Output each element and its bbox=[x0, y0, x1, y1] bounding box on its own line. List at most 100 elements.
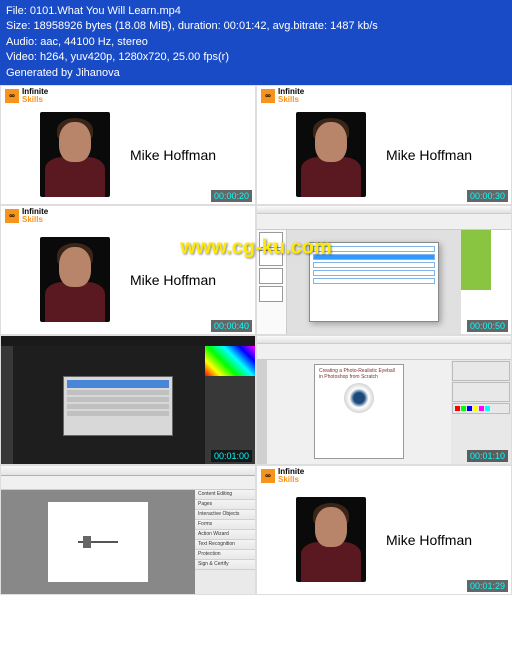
timestamp: 00:01:29 bbox=[467, 580, 508, 592]
presenter-name: Mike Hoffman bbox=[386, 532, 472, 548]
slide-thumb[interactable] bbox=[259, 250, 283, 266]
logo-bar: ∞ InfiniteSkills bbox=[257, 466, 511, 486]
logo-bar: ∞ InfiniteSkills bbox=[1, 86, 255, 106]
timestamp: 00:00:40 bbox=[211, 320, 252, 332]
titlebar bbox=[1, 466, 255, 476]
swatch[interactable] bbox=[485, 406, 490, 411]
file-line: File: 0101.What You Will Learn.mp4 bbox=[6, 4, 506, 19]
presenter-name: Mike Hoffman bbox=[130, 147, 216, 163]
swatch[interactable] bbox=[455, 406, 460, 411]
thumbnail-grid: ∞ InfiniteSkills Mike Hoffman 00:00:20 ∞… bbox=[0, 85, 512, 595]
timestamp: 00:00:20 bbox=[211, 190, 252, 202]
swatch[interactable] bbox=[479, 406, 484, 411]
presenter-portrait bbox=[40, 237, 110, 322]
dialog-row[interactable] bbox=[67, 404, 169, 409]
tools-item[interactable]: Interactive Objects bbox=[195, 510, 255, 520]
tools-item[interactable]: Pages bbox=[195, 500, 255, 510]
logo-bar: ∞ InfiniteSkills bbox=[257, 86, 511, 106]
tools-item[interactable]: Action Wizard bbox=[195, 530, 255, 540]
intro-slide: Mike Hoffman bbox=[1, 226, 255, 334]
slide-thumb[interactable] bbox=[259, 232, 283, 248]
slide-thumb[interactable] bbox=[259, 268, 283, 284]
dialog-field[interactable] bbox=[313, 246, 435, 252]
ribbon bbox=[257, 214, 511, 230]
toolbar bbox=[257, 344, 511, 360]
intro-slide: Mike Hoffman bbox=[257, 486, 511, 594]
presenter-portrait bbox=[296, 497, 366, 582]
swatch[interactable] bbox=[461, 406, 466, 411]
dialog-row[interactable] bbox=[67, 390, 169, 395]
tools-item[interactable]: Sign & Certify bbox=[195, 560, 255, 570]
slide-thumb[interactable] bbox=[259, 286, 283, 302]
swatch[interactable] bbox=[473, 406, 478, 411]
presenter-name: Mike Hoffman bbox=[386, 147, 472, 163]
infiniteskills-logo: ∞ InfiniteSkills bbox=[261, 468, 304, 484]
thumbnail-1: ∞ InfiniteSkills Mike Hoffman 00:00:20 bbox=[0, 85, 256, 205]
save-dialog[interactable] bbox=[63, 376, 173, 436]
eyeball-image bbox=[344, 383, 374, 413]
page-view[interactable] bbox=[1, 490, 195, 594]
dialog-row[interactable] bbox=[67, 397, 169, 402]
dialog-field[interactable] bbox=[313, 278, 435, 284]
panels-right[interactable] bbox=[205, 346, 255, 464]
logo-icon: ∞ bbox=[5, 89, 19, 103]
titlebar bbox=[257, 336, 511, 344]
audio-line: Audio: aac, 44100 Hz, stereo bbox=[6, 35, 506, 50]
thumbnail-8: ∞ InfiniteSkills Mike Hoffman 00:01:29 bbox=[256, 465, 512, 595]
slide-thumbnails[interactable] bbox=[257, 230, 287, 334]
media-info-header: File: 0101.What You Will Learn.mp4 Size:… bbox=[0, 0, 512, 85]
tools-item[interactable]: Forms bbox=[195, 520, 255, 530]
tools-item[interactable]: Content Editing bbox=[195, 490, 255, 500]
infiniteskills-logo: ∞ InfiniteSkills bbox=[5, 208, 48, 224]
infiniteskills-logo: ∞ InfiniteSkills bbox=[5, 88, 48, 104]
caliper-image bbox=[78, 536, 118, 548]
swatch[interactable] bbox=[467, 406, 472, 411]
toolbar bbox=[1, 476, 255, 490]
dialog-field[interactable] bbox=[313, 270, 435, 276]
logo-icon: ∞ bbox=[261, 89, 275, 103]
panels-right[interactable] bbox=[451, 360, 511, 464]
thumbnail-5: 00:01:00 bbox=[0, 335, 256, 465]
presenter-name: Mike Hoffman bbox=[130, 272, 216, 288]
dialog-field[interactable] bbox=[313, 262, 435, 268]
acrobat-window: Content Editing Pages Interactive Object… bbox=[1, 466, 255, 594]
logo-icon: ∞ bbox=[5, 209, 19, 223]
dialog-header bbox=[67, 380, 169, 388]
video-line: Video: h264, yuv420p, 1280x720, 25.00 fp… bbox=[6, 50, 506, 65]
slide-editor bbox=[287, 230, 461, 334]
presenter-portrait bbox=[296, 112, 366, 197]
slide-preview bbox=[461, 230, 511, 290]
indesign-window: Creating a Photo-Realistic Eyeball in Ph… bbox=[257, 336, 511, 464]
size-line: Size: 18958926 bytes (18.08 MiB), durati… bbox=[6, 19, 506, 34]
generated-line: Generated by Jihanova bbox=[6, 66, 506, 81]
pages-panel[interactable] bbox=[452, 361, 510, 381]
links-panel[interactable] bbox=[452, 403, 510, 414]
layers-panel[interactable] bbox=[452, 382, 510, 402]
tools-item[interactable]: Protection bbox=[195, 550, 255, 560]
document-page: Creating a Photo-Realistic Eyeball in Ph… bbox=[314, 364, 404, 459]
canvas[interactable] bbox=[13, 346, 205, 464]
powerpoint-window bbox=[257, 206, 511, 334]
logo-bar: ∞ InfiniteSkills bbox=[1, 206, 255, 226]
options-dialog[interactable] bbox=[309, 242, 439, 322]
infiniteskills-logo: ∞ InfiniteSkills bbox=[261, 88, 304, 104]
tools-pane[interactable]: Content Editing Pages Interactive Object… bbox=[195, 490, 255, 594]
timestamp: 00:01:00 bbox=[211, 450, 252, 462]
dialog-row[interactable] bbox=[67, 411, 169, 416]
thumbnail-4: 00:00:50 bbox=[256, 205, 512, 335]
presenter-portrait bbox=[40, 112, 110, 197]
dialog-field-selected[interactable] bbox=[313, 254, 435, 260]
page-title-text: Creating a Photo-Realistic Eyeball in Ph… bbox=[319, 369, 399, 380]
swatches-panel[interactable] bbox=[205, 346, 255, 376]
titlebar bbox=[257, 206, 511, 214]
menubar bbox=[1, 336, 255, 346]
timestamp: 00:01:10 bbox=[467, 450, 508, 462]
timestamp: 00:00:50 bbox=[467, 320, 508, 332]
pdf-page bbox=[48, 502, 148, 582]
tools-panel[interactable] bbox=[1, 346, 13, 464]
thumbnail-2: ∞ InfiniteSkills Mike Hoffman 00:00:30 bbox=[256, 85, 512, 205]
canvas[interactable]: Creating a Photo-Realistic Eyeball in Ph… bbox=[267, 360, 451, 464]
tools-panel[interactable] bbox=[257, 360, 267, 464]
thumbnail-6: Creating a Photo-Realistic Eyeball in Ph… bbox=[256, 335, 512, 465]
tools-item[interactable]: Text Recognition bbox=[195, 540, 255, 550]
